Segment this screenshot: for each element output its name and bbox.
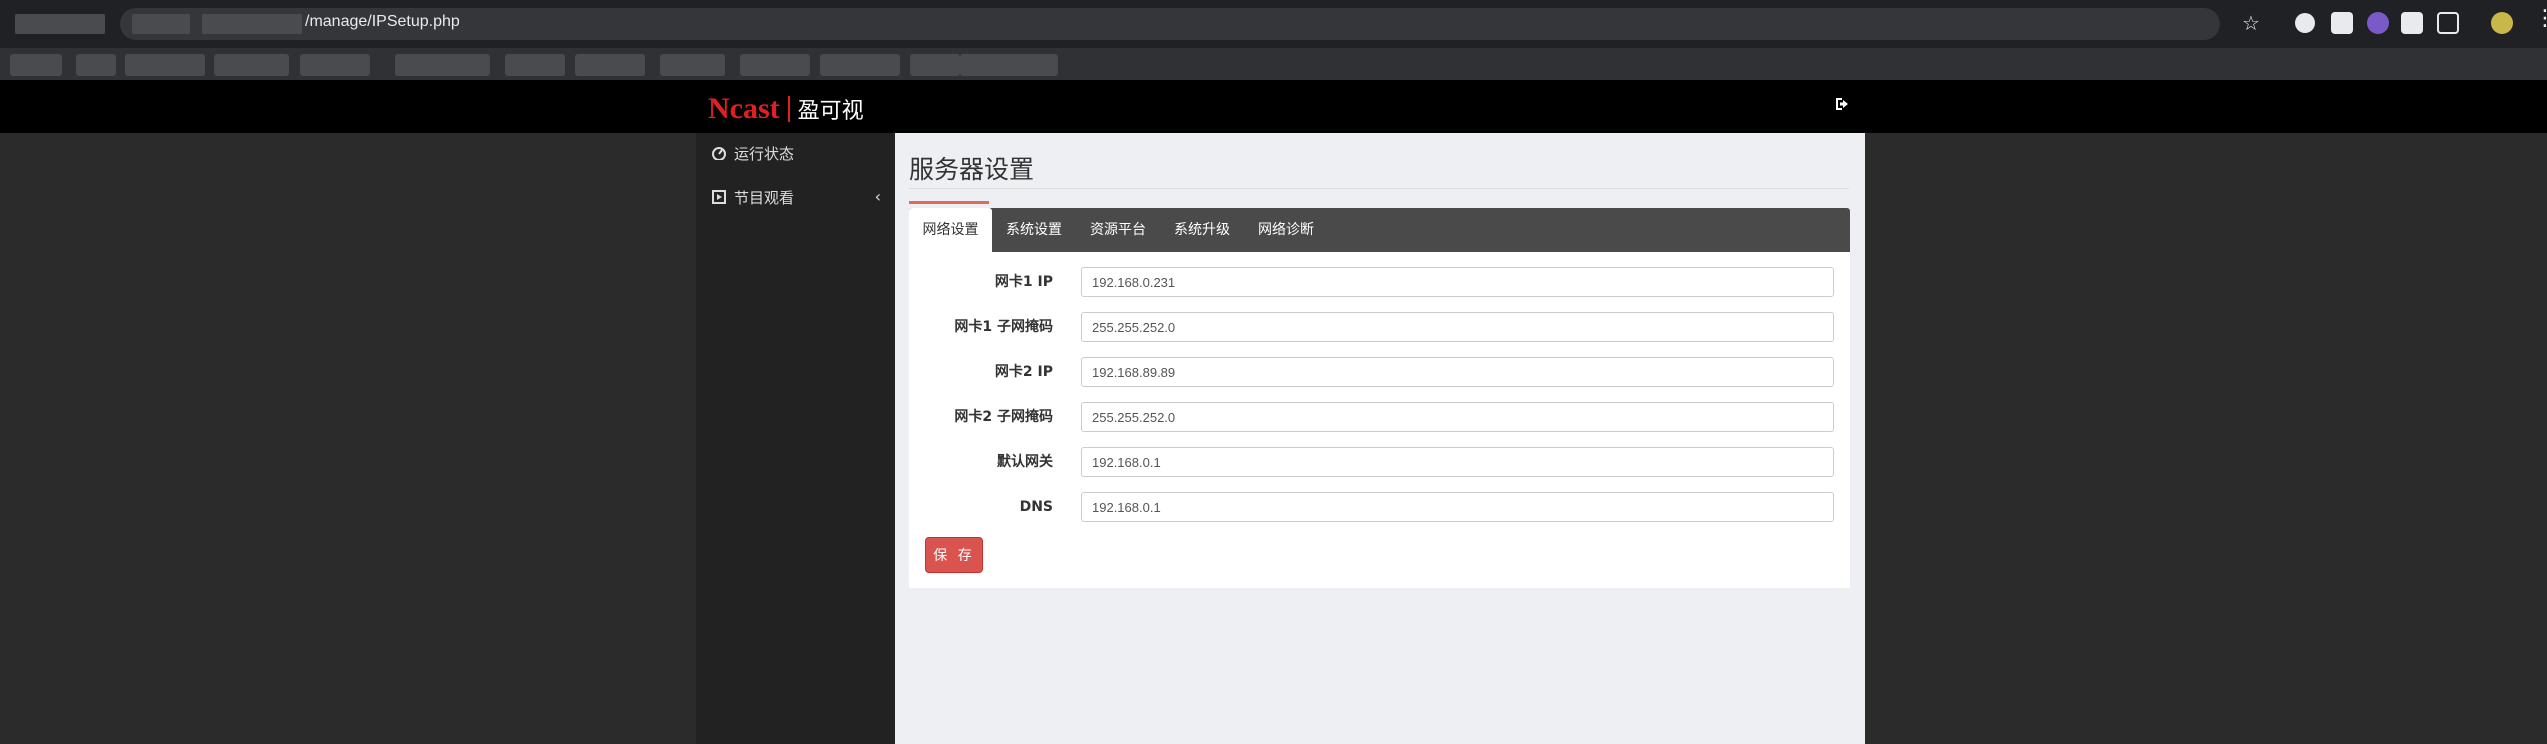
logo-english: Ncast xyxy=(708,92,780,125)
tab-system-upgrade[interactable]: 系统升级 xyxy=(1160,208,1244,252)
field-label: 默认网关 xyxy=(997,454,1053,470)
bookmarks-bar xyxy=(0,48,2547,80)
blurred-url-segment xyxy=(15,14,105,34)
field-label: 网卡1 子网掩码 xyxy=(954,319,1053,335)
sidebar-item-status[interactable]: 运行状态 xyxy=(696,133,895,173)
extension-circle-icon[interactable] xyxy=(2295,13,2315,33)
play-square-icon xyxy=(712,190,726,204)
browser-menu-icon[interactable]: ⋮ xyxy=(2534,8,2547,30)
bookmark-item[interactable] xyxy=(10,54,62,76)
field-label: 网卡2 IP xyxy=(994,364,1053,380)
bookmark-item[interactable] xyxy=(660,54,725,76)
brand-logo[interactable]: Ncast 盈可视 xyxy=(708,92,864,126)
logout-icon[interactable] xyxy=(1834,96,1850,117)
blurred-url-segment xyxy=(202,14,302,34)
form-row-nic2-netmask: 网卡2 子网掩码 xyxy=(909,400,1850,434)
sidebar-item-programs[interactable]: 节目观看 ‹ xyxy=(696,177,895,217)
tab-resource-platform[interactable]: 资源平台 xyxy=(1076,208,1160,252)
tab-network-settings[interactable]: 网络设置 xyxy=(909,208,992,252)
dns-input[interactable] xyxy=(1081,492,1834,522)
network-settings-form: 网卡1 IP 网卡1 子网掩码 网卡2 IP 网卡2 子网掩码 默认网关 DNS… xyxy=(909,252,1850,588)
bookmark-item[interactable] xyxy=(76,54,116,76)
bookmark-item[interactable] xyxy=(740,54,810,76)
extensions-puzzle-icon[interactable] xyxy=(2437,12,2459,34)
browser-toolbar: /manage/IPSetup.php ☆ ⋮ xyxy=(0,0,2547,48)
bookmark-item[interactable] xyxy=(395,54,490,76)
bookmark-item[interactable] xyxy=(214,54,289,76)
extension-qr-icon[interactable] xyxy=(2331,12,2353,34)
nic2-netmask-input[interactable] xyxy=(1081,402,1834,432)
dashboard-icon xyxy=(712,146,726,160)
bookmark-item[interactable] xyxy=(820,54,900,76)
field-label: DNS xyxy=(1019,499,1053,515)
save-button[interactable]: 保 存 xyxy=(925,537,983,573)
url-path: /manage/IPSetup.php xyxy=(305,13,460,30)
nic1-ip-input[interactable] xyxy=(1081,267,1834,297)
form-row-nic1-ip: 网卡1 IP xyxy=(909,265,1850,299)
page-title: 服务器设置 xyxy=(909,155,1035,184)
bookmark-item[interactable] xyxy=(300,54,370,76)
gateway-input[interactable] xyxy=(1081,447,1834,477)
profile-avatar[interactable] xyxy=(2491,12,2513,34)
form-row-nic1-netmask: 网卡1 子网掩码 xyxy=(909,310,1850,344)
nic1-netmask-input[interactable] xyxy=(1081,312,1834,342)
extension-screen-icon[interactable] xyxy=(2401,12,2423,34)
bookmark-item[interactable] xyxy=(575,54,645,76)
bookmark-item[interactable] xyxy=(910,54,960,76)
sidebar-item-label: 节目观看 xyxy=(734,188,795,207)
field-label: 网卡2 子网掩码 xyxy=(954,409,1053,425)
logo-divider xyxy=(787,96,790,122)
blurred-url-segment xyxy=(132,14,190,34)
form-row-dns: DNS xyxy=(909,490,1850,524)
extension-badge-icon[interactable] xyxy=(2367,12,2389,34)
nic2-ip-input[interactable] xyxy=(1081,357,1834,387)
app-header xyxy=(0,80,2547,133)
settings-tabs: 网络设置 系统设置 资源平台 系统升级 网络诊断 xyxy=(909,208,1850,252)
sidebar-item-label: 运行状态 xyxy=(734,144,795,163)
tab-network-diagnosis[interactable]: 网络诊断 xyxy=(1244,208,1328,252)
title-divider xyxy=(909,188,1849,189)
bookmark-item[interactable] xyxy=(125,54,205,76)
field-label: 网卡1 IP xyxy=(994,274,1053,290)
bookmark-star-icon[interactable]: ☆ xyxy=(2242,11,2260,35)
form-row-gateway: 默认网关 xyxy=(909,445,1850,479)
tab-system-settings[interactable]: 系统设置 xyxy=(992,208,1076,252)
sidebar: 运行状态 节目观看 ‹ xyxy=(696,133,895,744)
logo-chinese: 盈可视 xyxy=(797,99,864,124)
bookmark-item[interactable] xyxy=(505,54,565,76)
form-row-nic2-ip: 网卡2 IP xyxy=(909,355,1850,389)
bookmark-item[interactable] xyxy=(960,54,1058,76)
title-accent-bar xyxy=(909,201,989,204)
chevron-left-icon: ‹ xyxy=(874,187,881,206)
main-content: 服务器设置 网络设置 系统设置 资源平台 系统升级 网络诊断 网卡1 IP 网卡… xyxy=(895,133,1865,744)
